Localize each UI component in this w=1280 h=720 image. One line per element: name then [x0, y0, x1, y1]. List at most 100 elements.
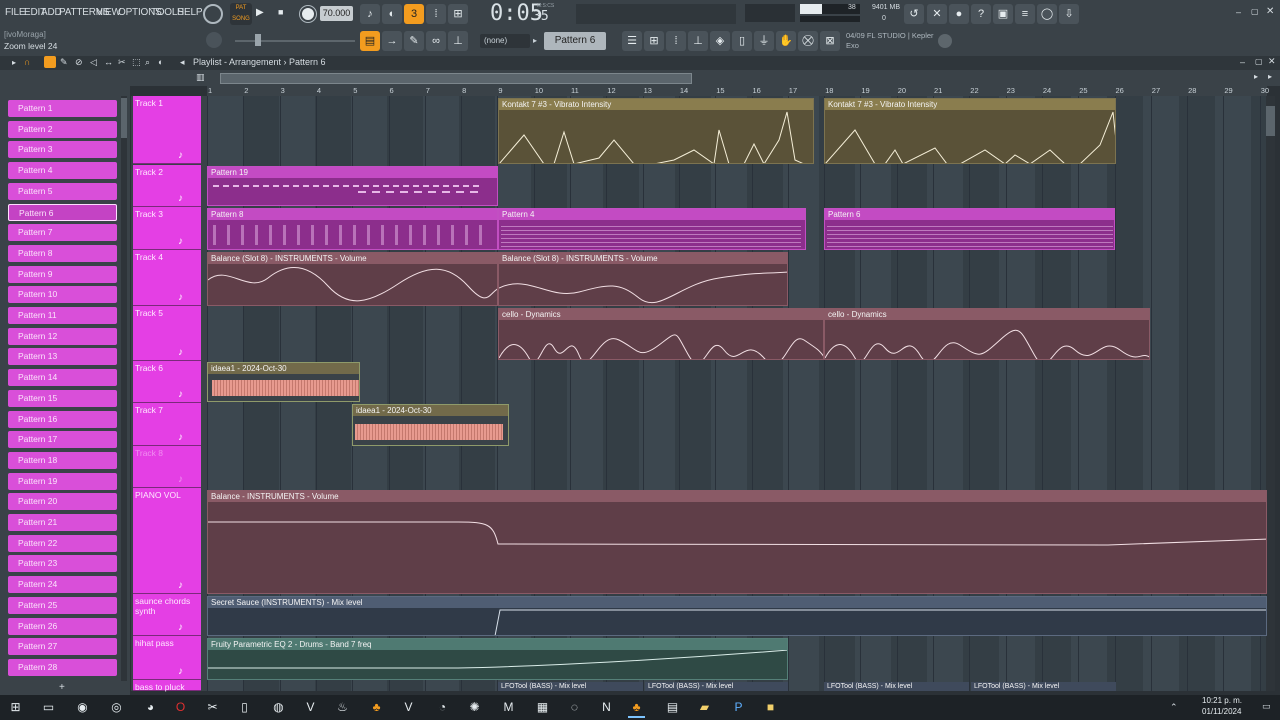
track-header[interactable]: hihat pass ♪ — [133, 636, 201, 680]
arrow-icon[interactable]: ▸ — [12, 58, 16, 67]
opera-icon[interactable]: O — [172, 699, 189, 716]
pattern-item[interactable]: Pattern 2 — [8, 120, 117, 138]
fl-studio-icon[interactable]: ♣ — [368, 699, 385, 716]
pattern-item[interactable]: Pattern 27 — [8, 638, 117, 656]
cycle-icon[interactable]: ◌ — [566, 699, 583, 716]
pattern-item[interactable]: Pattern 12 — [8, 327, 117, 345]
brush-icon[interactable]: ✎ — [404, 31, 424, 51]
v-app-icon[interactable]: V — [302, 699, 319, 716]
news-line1[interactable]: 04/09 FL STUDIO | Kepler — [846, 31, 934, 40]
download-icon[interactable]: ⇩ — [1059, 4, 1079, 24]
paint-tool-icon[interactable]: ✎ — [60, 57, 68, 68]
mute-tool-icon[interactable]: ◁ — [90, 57, 97, 68]
channel-rack-icon[interactable]: ⁞ — [666, 31, 686, 51]
pattern-prev-icon[interactable]: ▸ — [533, 34, 541, 48]
tool-icon[interactable]: ▦ — [534, 699, 551, 716]
playlist-menu-icon[interactable]: ◂ — [180, 57, 185, 68]
document-icon[interactable]: ▯ — [236, 699, 253, 716]
folder-icon[interactable]: ▤ — [664, 699, 681, 716]
chrome-icon[interactable]: ◍ — [270, 699, 287, 716]
pattern-selector[interactable]: Pattern 6 — [544, 32, 606, 50]
automation-clip-kontakt-1[interactable]: Kontakt 7 #3 - Vibrato Intensity — [498, 98, 814, 164]
pattern-item[interactable]: Pattern 23 — [8, 555, 117, 573]
wait-icon[interactable]: ◐ — [382, 4, 402, 24]
note-icon[interactable]: ♪ — [178, 474, 183, 485]
automation-clip-kontakt-2[interactable]: Kontakt 7 #3 - Vibrato Intensity — [824, 98, 1116, 164]
pattern-item[interactable]: Pattern 10 — [8, 286, 117, 304]
audio-clip-idaea1-1[interactable]: idaea1 - 2024-Oct-30 — [207, 362, 360, 402]
select-tool-icon[interactable]: ⬚ — [132, 57, 141, 68]
pattern-item[interactable]: Pattern 5 — [8, 182, 117, 200]
pattern-item[interactable]: Pattern 4 — [8, 162, 117, 180]
note-icon[interactable]: ♪ — [178, 347, 183, 358]
stamp-icon[interactable]: ⊥ — [448, 31, 468, 51]
pattern-item[interactable]: Pattern 20 — [8, 493, 117, 511]
playback-tool-icon[interactable]: ◐ — [158, 57, 163, 67]
v-app2-icon[interactable]: V — [400, 699, 417, 716]
menu-help[interactable]: HELP — [177, 7, 203, 18]
automation-clip-balance-1[interactable]: Balance (Slot 8) - INSTRUMENTS - Volume — [207, 252, 498, 306]
automation-clip-balance-2[interactable]: Balance (Slot 8) - INSTRUMENTS - Volume — [498, 252, 788, 306]
notification-icon[interactable]: ▭ — [1262, 701, 1271, 712]
edge-icon[interactable]: ◉ — [74, 699, 91, 716]
pattern-clip-4[interactable]: Pattern 4 — [498, 208, 806, 250]
tray-arrow-icon[interactable]: ⌃ — [1170, 702, 1178, 713]
automation-clip-lfo-4[interactable]: LFOTool (BASS) - Mix level — [971, 682, 1116, 691]
steam-icon[interactable]: ♨ — [334, 699, 351, 716]
minimize-icon[interactable]: – — [1236, 7, 1241, 17]
discord-icon[interactable]: ◕ — [142, 699, 159, 716]
pattern-item[interactable]: Pattern 6 — [8, 203, 117, 221]
pat-song-toggle[interactable]: PAT SONG — [230, 3, 252, 25]
note-icon[interactable]: ♪ — [178, 580, 183, 591]
track-header[interactable]: Track 2 ♪ — [133, 165, 201, 207]
metronome-icon[interactable]: ♪ — [360, 4, 380, 24]
playlist-close-icon[interactable]: ✕ — [1268, 56, 1276, 67]
pattern-clip-6[interactable]: Pattern 6 — [824, 208, 1115, 250]
master-pitch-knob[interactable] — [206, 32, 222, 48]
master-volume-knob[interactable] — [203, 4, 223, 24]
cart-icon[interactable]: ⛒ — [798, 31, 818, 51]
capcut-icon[interactable]: ✂ — [204, 699, 221, 716]
note-icon[interactable]: ♪ — [178, 292, 183, 303]
explorer-icon[interactable]: ▭ — [40, 699, 57, 716]
online-icon[interactable] — [938, 34, 952, 48]
loop-record-icon[interactable]: ⊞ — [448, 4, 468, 24]
playlist-vertical-scrollbar[interactable] — [1266, 96, 1275, 691]
stop-icon[interactable]: ■ — [278, 7, 283, 17]
pattern-item[interactable]: Pattern 25 — [8, 596, 117, 614]
panic-icon[interactable]: ✕ — [927, 4, 947, 24]
automation-clip-lfo-1[interactable]: LFOTool (BASS) - Mix level — [498, 682, 643, 691]
fl-studio-active-icon[interactable]: ♣ — [628, 699, 645, 718]
slice-tool-icon[interactable]: ✂ — [118, 57, 126, 68]
tempo-display[interactable]: 70.000 — [320, 6, 353, 21]
master-slider-handle[interactable] — [255, 34, 261, 46]
mic-icon[interactable]: ● — [949, 4, 969, 24]
automation-clip-secret-sauce[interactable]: Secret Sauce (INSTRUMENTS) - Mix level — [207, 596, 1267, 636]
audio-clip-idaea1-2[interactable]: idaea1 - 2024-Oct-30 — [352, 404, 509, 446]
note-icon[interactable]: ♪ — [178, 150, 183, 161]
note-icon[interactable]: ♪ — [178, 193, 183, 204]
plugin-icon[interactable]: ⏚ — [754, 31, 774, 51]
store-icon[interactable]: ◎ — [108, 699, 125, 716]
pattern-clip-8[interactable]: Pattern 8 — [207, 208, 498, 250]
magnet-icon[interactable]: ∩ — [24, 57, 30, 67]
scroll-right-icon[interactable]: ▸ — [1254, 72, 1258, 81]
chat-app-icon[interactable]: ◔ — [434, 699, 451, 716]
draw-tool-icon[interactable] — [44, 56, 56, 68]
pattern-item[interactable]: Pattern 21 — [8, 514, 117, 531]
pattern-scrollbar[interactable] — [121, 96, 127, 681]
audio-app-icon[interactable]: M — [500, 699, 517, 716]
playlist-snap-icon[interactable]: ▤ — [360, 31, 380, 51]
track-header[interactable]: Track 8 ♪ — [133, 446, 201, 488]
pattern-item[interactable]: Pattern 26 — [8, 617, 117, 635]
pattern-item[interactable]: Pattern 14 — [8, 369, 117, 387]
close-icon[interactable]: ✕ — [1266, 6, 1274, 17]
pattern-item[interactable]: Pattern 18 — [8, 451, 117, 469]
photoshop-icon[interactable]: P — [730, 699, 747, 716]
pattern-item[interactable]: Pattern 7 — [8, 224, 117, 242]
track-header[interactable]: Track 5 ♪ — [133, 306, 201, 361]
note-icon[interactable]: ♪ — [178, 236, 183, 247]
playlist-min-icon[interactable]: – — [1240, 57, 1245, 67]
automation-clip-cello-1[interactable]: cello - Dynamics — [498, 308, 824, 360]
save-icon[interactable]: ▣ — [993, 4, 1013, 24]
